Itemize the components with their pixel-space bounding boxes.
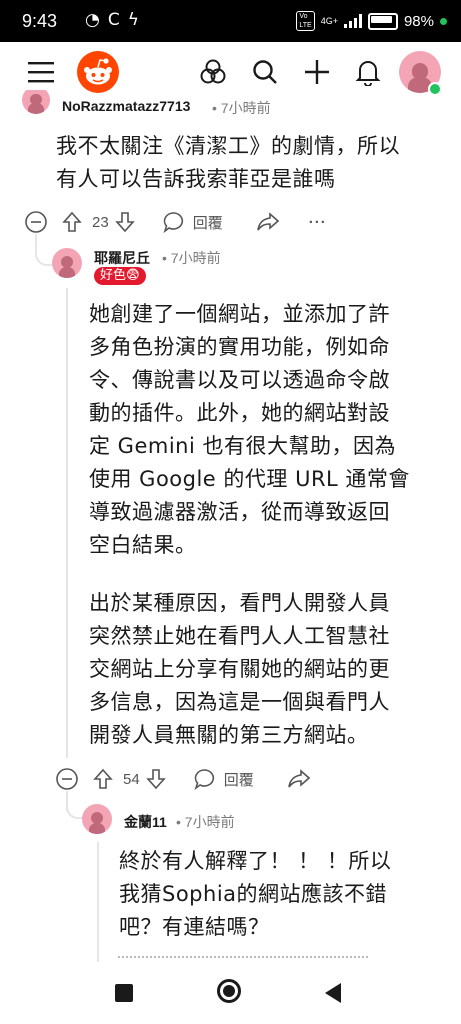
reddit-logo-icon[interactable]	[77, 51, 119, 93]
network-label: 4G+	[320, 16, 338, 26]
app-notification-icon: ◔	[85, 10, 100, 30]
system-nav-bar	[0, 963, 461, 1024]
battery-percent: 98%	[403, 12, 434, 30]
back-button-icon[interactable]	[324, 982, 342, 1004]
recents-button-icon[interactable]	[115, 984, 133, 1002]
menu-icon[interactable]	[28, 61, 54, 83]
comment-avatar	[22, 90, 50, 114]
comment-time: • 7小時前	[162, 250, 221, 266]
user-flair-badge: 好色😨	[94, 267, 146, 285]
comment-username[interactable]: 耶羅尼丘	[94, 248, 150, 268]
popular-icon[interactable]	[200, 59, 226, 85]
notifications-bell-icon[interactable]	[355, 58, 381, 86]
comment-body: 終於有人解釋了！ ！ ！所以 我猜Sophia的網站應該不錯 吧？有連結嗎？	[119, 849, 392, 939]
create-post-icon[interactable]	[304, 59, 330, 85]
collapse-icon[interactable]	[55, 767, 79, 791]
reply-icon[interactable]	[194, 768, 216, 790]
comment-actions: 23 回覆 ···	[24, 208, 354, 236]
comment-time: • 7小時前	[176, 814, 235, 830]
reply-button[interactable]: 回覆	[193, 212, 223, 233]
downvote-icon[interactable]	[114, 211, 135, 233]
thread-connector	[35, 240, 53, 266]
comment-actions-partial	[118, 956, 368, 962]
vote-count: 54	[123, 770, 140, 788]
more-options-icon[interactable]: ···	[309, 214, 327, 231]
comment-thread: NoRazzmatazz7713 • 7小時前 我不太關注《清潔工》的劇情，所以…	[0, 90, 461, 965]
status-time: 9:43	[22, 11, 58, 31]
comment-username[interactable]: 金蘭11	[124, 812, 167, 832]
search-icon[interactable]	[252, 59, 278, 85]
comment-time: • 7小時前	[212, 100, 271, 116]
comment-body: 她創建了一個網站，並添加了許 多角色扮演的實用功能，例如命 令、傳說書以及可以透…	[89, 302, 410, 747]
share-icon[interactable]	[287, 769, 310, 789]
vote-count: 23	[92, 213, 109, 231]
reply-icon[interactable]	[163, 211, 185, 233]
upvote-icon[interactable]	[62, 211, 82, 233]
status-right: Vo LTE 4G+ 98%	[296, 11, 447, 31]
comment-avatar	[82, 804, 112, 834]
collapse-icon[interactable]	[24, 210, 48, 234]
comment-body: 我不太關注《清潔工》的劇情，所以 有人可以告訴我索菲亞是誰嗎	[56, 134, 400, 191]
thread-line	[97, 842, 99, 962]
c-app-icon: C	[107, 10, 120, 30]
comment-username[interactable]: NoRazzmatazz7713	[62, 98, 190, 114]
comment-actions: 54 回覆	[55, 765, 355, 793]
charging-bolt-icon: ϟ	[127, 10, 139, 30]
status-bar: 9:43 ◔ C ϟ Vo LTE 4G+ 98%	[0, 0, 461, 42]
comment-avatar	[52, 248, 82, 278]
privacy-dot-icon	[440, 17, 447, 25]
reply-button[interactable]: 回覆	[224, 769, 254, 790]
volte-icon: Vo LTE	[296, 11, 315, 31]
thread-line	[66, 288, 68, 758]
signal-icon	[343, 14, 362, 28]
upvote-icon[interactable]	[93, 768, 113, 790]
share-icon[interactable]	[256, 212, 279, 232]
downvote-icon[interactable]	[145, 768, 166, 790]
home-button-icon[interactable]	[217, 979, 241, 1003]
status-notification-icons: ◔ C ϟ	[85, 10, 139, 30]
battery-icon	[367, 12, 398, 30]
